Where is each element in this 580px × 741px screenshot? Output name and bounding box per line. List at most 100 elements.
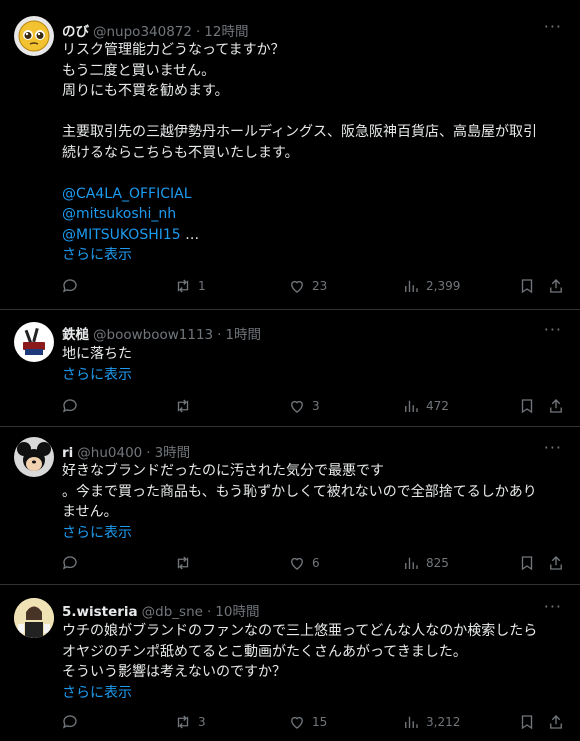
share-button[interactable] — [547, 397, 565, 415]
more-options-icon[interactable]: ··· — [544, 597, 562, 616]
user-handle[interactable]: @db_sne — [142, 604, 203, 620]
text-line: オヤジのチンポ舐めてるとこ動画がたくさんあがってきました。 — [62, 643, 467, 660]
post-text: 地に落ちた さらに表示 — [62, 344, 567, 385]
show-more-link[interactable]: さらに表示 — [62, 245, 567, 266]
display-name[interactable]: のび — [62, 24, 89, 40]
repost-icon — [177, 715, 189, 729]
bookmark-button[interactable] — [518, 397, 536, 415]
repost-count: 3 — [198, 715, 206, 729]
bookmark-button[interactable] — [518, 713, 536, 731]
post-ri[interactable]: ri @hu0400 · 3時間 ··· 好きなブランドだったのに汚された気分で最悪で… — [0, 427, 580, 585]
action-bar: 6 825 — [0, 554, 580, 574]
action-bar: 3 472 — [0, 397, 580, 417]
heart-icon — [291, 400, 303, 413]
view-count: 825 — [426, 556, 449, 570]
repost-icon — [177, 556, 189, 570]
user-handle[interactable]: @nupo340872 — [93, 24, 192, 40]
share-icon — [550, 279, 562, 293]
like-count: 23 — [312, 279, 328, 293]
view-count: 2,399 — [426, 279, 461, 293]
views-button[interactable]: 2,399 — [402, 277, 460, 295]
reply-button[interactable] — [61, 397, 85, 415]
bookmark-icon — [521, 715, 533, 730]
text-line: 主要取引先の三越伊勢丹ホールディングス、阪急阪神百貨店、高島屋が取引 — [62, 124, 538, 140]
repost-button[interactable] — [174, 397, 198, 415]
reply-icon — [62, 279, 77, 293]
mention-link[interactable]: @CA4LA_OFFICIAL — [62, 184, 567, 205]
view-count: 3,212 — [426, 715, 461, 729]
post-time[interactable]: 3時間 — [155, 445, 191, 461]
action-bar: 1 23 2,399 — [0, 277, 580, 297]
ellipsis: … — [180, 226, 200, 243]
view-count: 472 — [426, 399, 449, 413]
more-options-icon[interactable]: ··· — [544, 320, 562, 339]
more-options-icon[interactable]: ··· — [544, 17, 562, 36]
action-bar: 3 15 3,212 — [0, 713, 580, 733]
like-button[interactable]: 15 — [288, 713, 327, 731]
analytics-icon — [405, 280, 418, 292]
bookmark-icon — [521, 556, 533, 571]
text-line: リスク管理能力どうなってますか？ — [62, 42, 285, 58]
like-count: 3 — [312, 399, 320, 413]
mouse-character-icon — [17, 442, 51, 471]
post-time[interactable]: 10時間 — [215, 604, 259, 620]
post-time[interactable]: 12時間 — [204, 24, 248, 40]
text-line: 続けるならこちらも不買いたします。 — [62, 144, 299, 161]
post-nobi[interactable]: のび @nupo340872 · 12時間 ··· リスク管理能力どうなってますか？ … — [0, 0, 580, 310]
display-name[interactable]: ri — [62, 445, 73, 461]
text-line: 。今まで買った商品も、もう恥ずかしくて被れないので全部捨てるしかあり — [62, 483, 537, 500]
post-text: リスク管理能力どうなってますか？ もう二度と買いません。 周りにも不買を勧めます… — [62, 40, 567, 266]
bookmark-button[interactable] — [518, 277, 536, 295]
separator-dot: · — [146, 445, 151, 461]
share-icon — [550, 715, 562, 729]
repost-button[interactable]: 3 — [174, 713, 206, 731]
post-text: 好きなブランドだったのに汚された気分で最悪です 。今まで買った商品も、もう恥ずか… — [62, 461, 567, 543]
user-handle[interactable]: @boowboow1113 — [93, 327, 213, 343]
user-handle[interactable]: @hu0400 — [77, 445, 142, 461]
show-more-link[interactable]: さらに表示 — [62, 365, 567, 386]
reply-button[interactable] — [61, 554, 85, 572]
reply-icon — [62, 715, 77, 729]
heart-icon — [291, 280, 303, 293]
reply-button[interactable] — [61, 713, 85, 731]
repost-button[interactable]: 1 — [174, 277, 206, 295]
post-wisteria[interactable]: 5.wisteria @db_sne · 10時間 ··· ウチの娘がブランドのファン… — [0, 585, 580, 741]
like-button[interactable]: 23 — [288, 277, 327, 295]
display-name[interactable]: 鉄槌 — [62, 327, 89, 343]
views-button[interactable]: 472 — [402, 397, 449, 415]
share-button[interactable] — [547, 713, 565, 731]
avatar[interactable] — [14, 598, 54, 638]
text-line: もう二度と買いません。 — [62, 62, 216, 79]
avatar[interactable] — [14, 16, 54, 56]
post-time[interactable]: 1時間 — [225, 327, 261, 343]
display-name[interactable]: 5.wisteria — [62, 604, 138, 620]
mention-link[interactable]: @mitsukoshi_nh — [62, 204, 567, 225]
repost-icon — [177, 279, 189, 293]
separator-dot: · — [217, 327, 222, 343]
separator-dot: · — [195, 24, 201, 40]
share-button[interactable] — [547, 277, 565, 295]
repost-button[interactable] — [174, 554, 198, 572]
share-icon — [550, 399, 562, 413]
show-more-link[interactable]: さらに表示 — [62, 523, 567, 544]
views-button[interactable]: 3,212 — [402, 713, 460, 731]
profile-photo-icon — [14, 598, 54, 638]
text-line: 好きなブランドだったのに汚された気分で最悪です — [62, 463, 384, 479]
repost-count: 1 — [198, 279, 206, 293]
text-line: 周りにも不買を勧めます。 — [62, 83, 229, 99]
reply-icon — [62, 556, 77, 570]
views-button[interactable]: 825 — [402, 554, 449, 572]
more-options-icon[interactable]: ··· — [544, 438, 562, 457]
avatar[interactable] — [14, 322, 54, 362]
like-button[interactable]: 6 — [288, 554, 320, 572]
show-more-link[interactable]: さらに表示 — [62, 683, 567, 704]
like-button[interactable]: 3 — [288, 397, 320, 415]
share-button[interactable] — [547, 554, 565, 572]
avatar[interactable] — [14, 437, 54, 477]
post-tettsui[interactable]: 鉄槌 @boowboow1113 · 1時間 ··· 地に落ちた さらに表示 3 47… — [0, 310, 580, 427]
mention-link[interactable]: @MITSUKOSHI15 — [62, 227, 181, 243]
reply-button[interactable] — [61, 277, 85, 295]
bookmark-button[interactable] — [518, 554, 536, 572]
